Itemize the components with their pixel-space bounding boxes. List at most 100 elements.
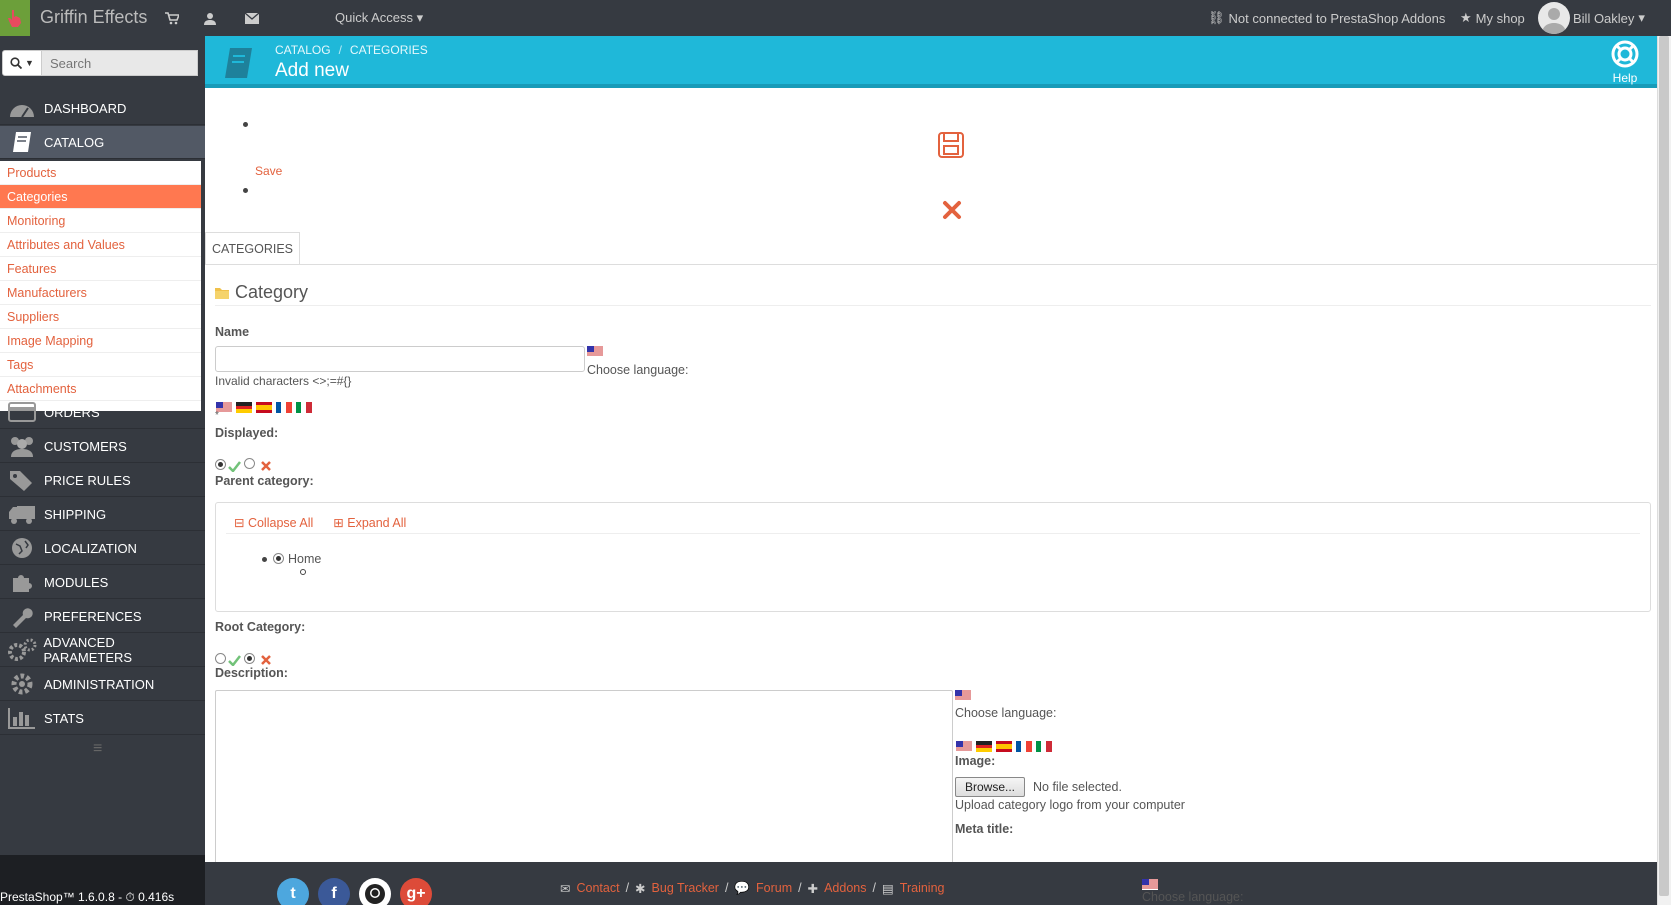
browse-button[interactable]: Browse... [955, 777, 1025, 797]
us-flag-icon[interactable] [955, 687, 975, 702]
menu-customers[interactable]: CUSTOMERS [0, 430, 205, 463]
required-mark: * [215, 410, 219, 421]
root-no-radio[interactable] [244, 653, 255, 664]
dashboard-icon [0, 97, 44, 119]
tree-toolbar: ⊟ Collapse All ⊞ Expand All [234, 515, 406, 530]
bar-chart-icon [0, 707, 44, 729]
us-flag-icon[interactable] [587, 343, 607, 358]
catalog-submenu: Products Categories Monitoring Attribute… [0, 161, 205, 411]
star-icon: ★ [1460, 10, 1472, 25]
expand-all-button[interactable]: ⊞ Expand All [333, 515, 406, 530]
tree-node-home[interactable]: Home [288, 552, 321, 566]
choose-language-label: Choose language: [955, 706, 1057, 720]
menu-preferences[interactable]: PREFERENCES [0, 600, 205, 633]
submenu-image-mapping[interactable]: Image Mapping [0, 329, 201, 353]
menu-price-rules[interactable]: PRICE RULES [0, 464, 205, 497]
puzzle-icon [0, 570, 44, 594]
german-flag-icon [976, 741, 992, 753]
addons-status[interactable]: ⛓ Not connected to PrestaShop Addons [1208, 10, 1445, 26]
book-icon: ▤ [881, 882, 894, 896]
menu-modules[interactable]: MODULES [0, 566, 205, 599]
folder-icon [215, 287, 229, 299]
google-plus-icon[interactable]: g+ [400, 878, 432, 905]
tab-categories[interactable]: CATEGORIES [205, 232, 300, 265]
submenu-features[interactable]: Features [0, 257, 201, 281]
upload-hint: Upload category logo from your computer [955, 798, 1185, 812]
submenu-monitoring[interactable]: Monitoring [0, 209, 201, 233]
list-bullet [243, 188, 248, 193]
envelope-icon[interactable] [244, 10, 260, 26]
name-field[interactable] [215, 346, 585, 372]
save-icon[interactable] [938, 132, 964, 161]
submenu-tags[interactable]: Tags [0, 353, 201, 377]
menu-stats[interactable]: STATS [0, 702, 205, 735]
search-type-button[interactable]: ▼ [2, 50, 42, 76]
parent-home-radio[interactable] [273, 553, 284, 564]
parent-category-label: Parent category: [215, 474, 314, 488]
description-label: Description: [215, 666, 288, 680]
footer-link-forum[interactable]: Forum [756, 881, 792, 896]
cart-icon[interactable] [164, 10, 180, 26]
language-flags [216, 399, 316, 414]
submenu-categories[interactable]: Categories [0, 185, 201, 209]
italian-flag-icon [296, 402, 312, 414]
save-link[interactable]: Save [255, 164, 282, 178]
help-button[interactable]: Help [1605, 40, 1645, 85]
breadcrumb-categories[interactable]: CATEGORIES [350, 43, 428, 57]
cancel-icon[interactable] [942, 200, 962, 223]
displayed-no-radio[interactable] [244, 458, 255, 469]
page-header: CATALOG / CATEGORIES Add new Help [205, 36, 1657, 88]
root-yes-radio[interactable] [215, 653, 226, 664]
shop-name[interactable]: Griffin Effects [40, 7, 147, 28]
clock-icon: ⏱ [125, 890, 135, 904]
lifebuoy-icon [1611, 40, 1639, 68]
submenu-suppliers[interactable]: Suppliers [0, 305, 201, 329]
category-tree: ⊟ Collapse All ⊞ Expand All Home [215, 502, 1651, 612]
menu-advanced-parameters[interactable]: ADVANCED PARAMETERS [0, 634, 205, 667]
us-flag-icon[interactable] [1142, 876, 1162, 891]
search-input[interactable] [42, 50, 198, 76]
footer-link-bug-tracker[interactable]: Bug Tracker [652, 881, 719, 896]
avatar[interactable] [1538, 2, 1570, 34]
prestashop-logo-icon[interactable] [0, 0, 30, 36]
submenu-manufacturers[interactable]: Manufacturers [0, 281, 201, 305]
sidebar-collapse-icon[interactable]: ≡ [93, 740, 102, 758]
facebook-icon[interactable]: f [318, 878, 350, 905]
german-flag-icon [236, 402, 252, 414]
footer-link-training[interactable]: Training [900, 881, 945, 896]
list-bullet [243, 122, 248, 127]
footer-link-addons[interactable]: Addons [824, 881, 866, 896]
user-icon[interactable] [202, 10, 218, 26]
menu-administration[interactable]: ADMINISTRATION [0, 668, 205, 701]
version-info: PrestaShop™ 1.6.0.8 - ⏱ 0.416s [0, 890, 175, 904]
cross-icon [260, 460, 272, 475]
name-label: Name [215, 325, 250, 339]
collapse-all-button[interactable]: ⊟ Collapse All [234, 515, 313, 530]
user-menu[interactable]: Bill Oakley ▾ [1573, 10, 1645, 26]
menu-orders[interactable]: ORDERS [0, 396, 205, 429]
quick-access-menu[interactable]: Quick Access ▾ [335, 10, 423, 26]
twitter-icon[interactable]: t [277, 878, 309, 905]
language-flags [956, 738, 1056, 753]
image-label: Image: [955, 754, 996, 768]
footer-links: ✉ Contact / ✱ Bug Tracker / 💬 Forum / ✚ Addons /… [560, 881, 945, 896]
menu-shipping[interactable]: SHIPPING [0, 498, 205, 531]
page-title: Add new [275, 60, 349, 81]
menu-dashboard[interactable]: DASHBOARD [0, 92, 205, 125]
footer-link-contact[interactable]: Contact [576, 881, 619, 896]
wrench-icon [0, 604, 44, 628]
envelope-icon: ✉ [560, 882, 571, 896]
menu-localization[interactable]: LOCALIZATION [0, 532, 205, 565]
scrollbar-thumb[interactable] [1659, 36, 1669, 896]
breadcrumb-catalog[interactable]: CATALOG [275, 43, 331, 57]
displayed-yes-radio[interactable] [215, 459, 226, 470]
my-shop-link[interactable]: ★ My shop [1460, 10, 1525, 26]
search-icon [10, 57, 23, 69]
tree-bullet [262, 557, 267, 562]
github-icon[interactable] [359, 878, 391, 905]
meta-title-label: Meta title: [955, 822, 1014, 836]
submenu-attributes[interactable]: Attributes and Values [0, 233, 201, 257]
menu-catalog[interactable]: CATALOG [0, 126, 205, 159]
submenu-products[interactable]: Products [0, 161, 201, 185]
cogs-icon [0, 638, 43, 662]
